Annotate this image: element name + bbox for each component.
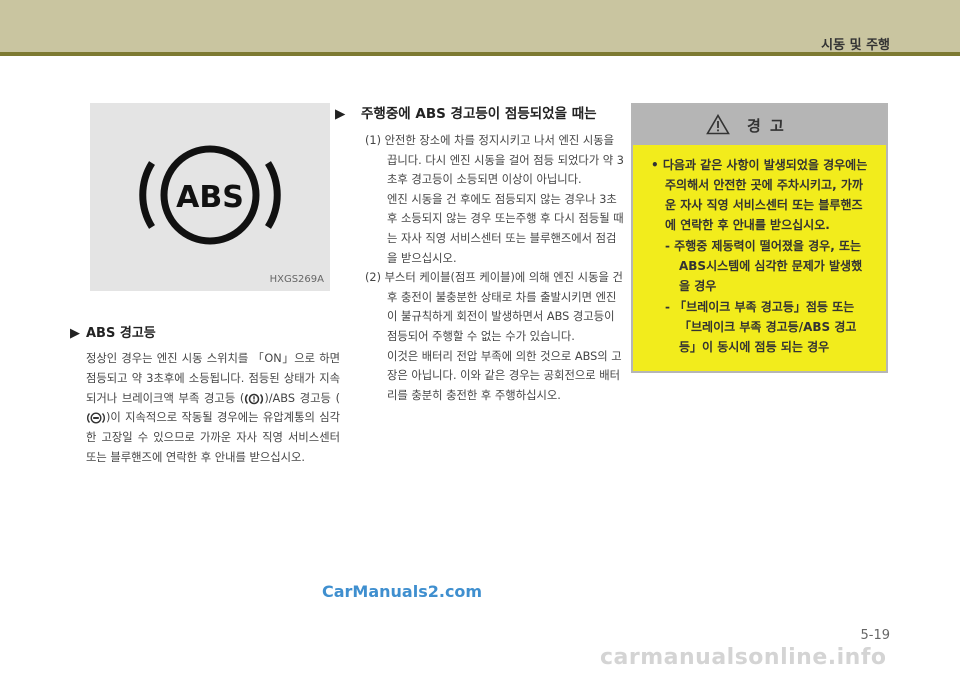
brake-warning-icon	[245, 393, 264, 404]
page-number: 5-19	[860, 628, 890, 643]
header-rule	[0, 52, 960, 56]
item-number: (2)	[365, 271, 382, 285]
item-para: 부스터 케이블(점프 케이블)에 의해 엔진 시동을 건 후 충전이 불충분한 …	[384, 271, 623, 343]
section1-line3: )/ABS 경고등 (	[264, 391, 340, 405]
abs-figure: ABS HXGS269A	[90, 103, 330, 291]
warning-dash-item: - 주행중 제동력이 떨어졌을 경우, 또는 ABS시스템에 심각한 문제가 발…	[665, 239, 863, 293]
warning-bullet: • 다음과 같은 사항이 발생되었을 경우에는 주의해서 안전한 곳에 주차시키…	[651, 158, 868, 232]
chapter-title: 시동 및 주행	[821, 38, 890, 53]
item-para: 안전한 장소에 차를 정지시키고 나서 엔진 시동을 끕니다. 다시 엔진 시동…	[384, 134, 624, 187]
abs-warning-light-icon: ABS	[139, 145, 281, 245]
list-item: (1) 안전한 장소에 차를 정지시키고 나서 엔진 시동을 끕니다. 다시 엔…	[365, 131, 625, 268]
warning-body: • 다음과 같은 사항이 발생되었을 경우에는 주의해서 안전한 곳에 주차시키…	[633, 145, 886, 357]
abs-small-icon	[87, 412, 105, 424]
figure-label: HXGS269A	[269, 274, 324, 285]
warning-dash-item: - 「브레이크 부족 경고등」점등 또는 「브레이크 부족 경고등/ABS 경고…	[665, 300, 857, 354]
section-abs-light: ▶ ABS 경고등 정상인 경우는 엔진 시동 스위치를 「ON」으로 하면 점등…	[70, 322, 340, 468]
site-watermark: carmanualsonline.info	[600, 645, 887, 670]
section1-heading-text: ABS 경고등	[86, 326, 156, 341]
warning-header: 경 고	[633, 105, 886, 145]
triangle-right-icon: ▶	[70, 326, 80, 341]
item-para: 이것은 배터리 전압 부족에 의한 것으로 ABS의 고장은 아닙니다. 이와 …	[387, 349, 622, 402]
item-para: 엔진 시동을 건 후에도 점등되지 않는 경우나 3초후 소등되지 않는 경우 …	[387, 192, 624, 265]
warning-triangle-icon	[706, 114, 730, 135]
section2-list: (1) 안전한 장소에 차를 정지시키고 나서 엔진 시동을 끕니다. 다시 엔…	[365, 131, 625, 405]
section1-heading: ▶ ABS 경고등	[70, 322, 340, 341]
section2-heading-text: 주행중에 ABS 경고등이 점등되었을 때는	[361, 106, 597, 122]
list-item: (2) 부스터 케이블(점프 케이블)에 의해 엔진 시동을 건 후 충전이 불…	[365, 268, 625, 405]
item-number: (1)	[365, 134, 382, 147]
section2-heading: ▶ 주행중에 ABS 경고등이 점등되었을 때는	[335, 106, 597, 122]
header-band	[0, 0, 960, 52]
section1-line4: )이 지속적으로 작동될 경우에는 유압계통의 심각한 고장일 수 있으므로 가…	[86, 411, 340, 464]
section-abs-while-driving: ▶ 주행중에 ABS 경고등이 점등되었을 때는 (1) 안전한 장소에 차를 정…	[335, 103, 625, 405]
warning-box: 경 고 • 다음과 같은 사항이 발생되었을 경우에는 주의해서 안전한 곳에 …	[631, 103, 888, 373]
abs-icon-text: ABS	[176, 180, 244, 215]
watermark[interactable]: CarManuals2.com	[322, 582, 482, 601]
section1-body: 정상인 경우는 엔진 시동 스위치를 「ON」으로 하면 점등되고 약 3초후에…	[86, 349, 340, 468]
warning-title: 경 고	[747, 117, 786, 135]
